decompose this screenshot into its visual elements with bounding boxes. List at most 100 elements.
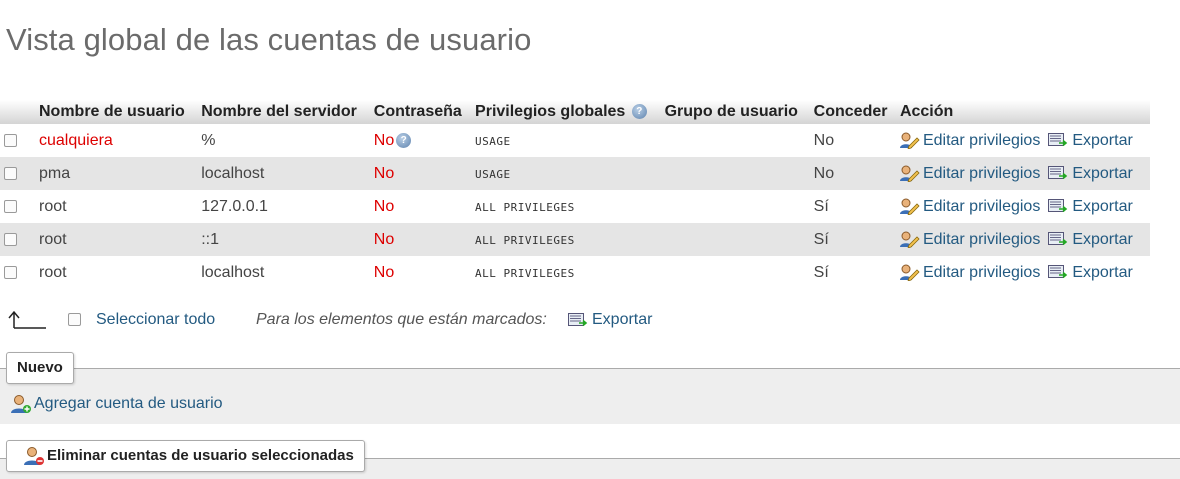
arrow-ltr-icon [8, 310, 46, 329]
cell-grant: Sí [813, 263, 829, 281]
add-user-account-link[interactable]: Agregar cuenta de usuario [10, 394, 223, 414]
table-row: cualquiera% No? USAGE No Editar privilegios E… [0, 124, 1150, 157]
password-status: No [373, 230, 395, 248]
add-user-icon [11, 395, 31, 413]
cell-grant: No [813, 131, 835, 149]
header-global-privileges: Privilegios globales ? [471, 100, 661, 124]
cell-user-group [661, 124, 810, 157]
for-marked-label: Para los elementos que están marcados: [256, 311, 547, 328]
cell-privileges: ALL PRIVILEGES [471, 256, 661, 289]
row-checkbox-cell [0, 157, 35, 190]
row-checkbox[interactable] [4, 133, 17, 147]
privileges-value: USAGE [475, 134, 511, 148]
row-checkbox[interactable] [4, 232, 17, 246]
export-link[interactable]: Exportar [1040, 264, 1133, 281]
export-link[interactable]: Exportar [1040, 231, 1133, 248]
header-grant[interactable]: Conceder [809, 100, 896, 124]
password-status: No [373, 164, 395, 182]
password-status: No [373, 131, 395, 149]
export-icon [1048, 166, 1068, 180]
cell-grant: Sí [813, 197, 829, 215]
row-checkbox[interactable] [4, 199, 17, 213]
header-user-group[interactable]: Grupo de usuario [660, 100, 810, 124]
export-icon [568, 312, 588, 326]
cell-password: No [370, 256, 471, 289]
edit-privileges-link[interactable]: Editar privilegios [899, 132, 1040, 150]
cell-password: No [369, 157, 472, 190]
export-icon [1048, 265, 1068, 279]
page-title: Vista global de las cuentas de usuario [6, 22, 532, 57]
cell-grant: No [809, 157, 896, 190]
export-icon [1048, 199, 1068, 213]
cell-hostname: localhost [197, 157, 370, 190]
select-all-checkbox[interactable] [68, 313, 81, 326]
bulk-export-link[interactable]: Exportar [568, 311, 652, 329]
header-username[interactable]: Nombre de usuario [35, 100, 198, 124]
edit-privileges-link[interactable]: Editar privilegios [899, 165, 1040, 183]
row-checkbox-cell [0, 223, 35, 256]
cell-privileges: USAGE [471, 157, 661, 190]
header-hostname[interactable]: Nombre del servidor [197, 100, 370, 124]
help-icon[interactable]: ? [631, 104, 647, 120]
cell-action: Editar privilegios Exportar [895, 223, 1150, 256]
cell-user-group [661, 190, 810, 223]
cell-username: root [35, 223, 198, 256]
export-icon [1048, 232, 1068, 246]
cell-privileges: ALL PRIVILEGES [471, 223, 661, 256]
cell-user-group [660, 223, 810, 256]
header-checkbox [0, 100, 35, 124]
cell-action: Editar privilegios Exportar [896, 190, 1150, 223]
cell-hostname: 127.0.0.1 [201, 197, 268, 215]
cell-username: root [39, 263, 67, 281]
privileges-value: ALL PRIVILEGES [475, 266, 575, 280]
cell-action: Editar privilegios Exportar [896, 124, 1150, 157]
delete-section-legend: Eliminar cuentas de usuario seleccionada… [6, 440, 365, 472]
edit-privileges-icon [899, 132, 920, 150]
delete-user-icon [24, 447, 44, 466]
cell-privileges: USAGE [471, 124, 661, 157]
cell-hostname: localhost [201, 263, 265, 281]
privileges-value: ALL PRIVILEGES [475, 200, 575, 214]
cell-user-group [660, 157, 810, 190]
table-row: root 127.0.0.1 No ALL PRIVILEGES Sí Editar pr… [0, 190, 1150, 223]
export-icon [1048, 133, 1068, 147]
table-row: pma localhost No USAGE No Editar privilegios E… [0, 157, 1150, 190]
cell-username: root [39, 197, 67, 215]
password-status: No [373, 263, 395, 281]
cell-action: Editar privilegios Exportar [895, 157, 1150, 190]
edit-privileges-link[interactable]: Editar privilegios [899, 264, 1040, 282]
edit-privileges-icon [899, 264, 920, 282]
cell-hostname: % [201, 131, 216, 149]
edit-privileges-icon [899, 198, 920, 216]
cell-username: cualquiera [39, 131, 113, 149]
header-action: Acción [895, 100, 1150, 124]
edit-privileges-link[interactable]: Editar privilegios [899, 231, 1040, 249]
bulk-actions: Seleccionar todo Para los elementos que … [0, 305, 1180, 335]
row-checkbox-cell [0, 190, 35, 223]
export-link[interactable]: Exportar [1040, 132, 1133, 149]
cell-user-group [661, 256, 810, 289]
cell-password: No [370, 190, 471, 223]
row-checkbox-cell [0, 256, 35, 289]
export-link[interactable]: Exportar [1040, 198, 1133, 215]
cell-username: pma [35, 157, 198, 190]
export-link[interactable]: Exportar [1040, 165, 1133, 182]
privileges-value: USAGE [475, 167, 511, 181]
row-checkbox[interactable] [4, 166, 17, 180]
cell-action: Editar privilegios Exportar [896, 256, 1150, 289]
help-icon[interactable]: ? [396, 132, 412, 148]
table-row: root localhost No ALL PRIVILEGES Sí Editar pr… [0, 256, 1150, 289]
cell-password: No [369, 223, 472, 256]
edit-privileges-link[interactable]: Editar privilegios [899, 198, 1040, 216]
row-checkbox[interactable] [4, 265, 17, 279]
cell-privileges: ALL PRIVILEGES [471, 190, 661, 223]
edit-privileges-icon [899, 165, 920, 183]
table-header-row: Nombre de usuario Nombre del servidor Co… [0, 100, 1150, 124]
cell-password: No? [370, 124, 471, 157]
privileges-value: ALL PRIVILEGES [475, 233, 575, 247]
cell-grant: Sí [809, 223, 896, 256]
select-all-label[interactable]: Seleccionar todo [96, 311, 215, 329]
password-status: No [373, 197, 395, 215]
new-section-legend: Nuevo [6, 352, 74, 384]
header-password[interactable]: Contraseña [369, 100, 472, 124]
